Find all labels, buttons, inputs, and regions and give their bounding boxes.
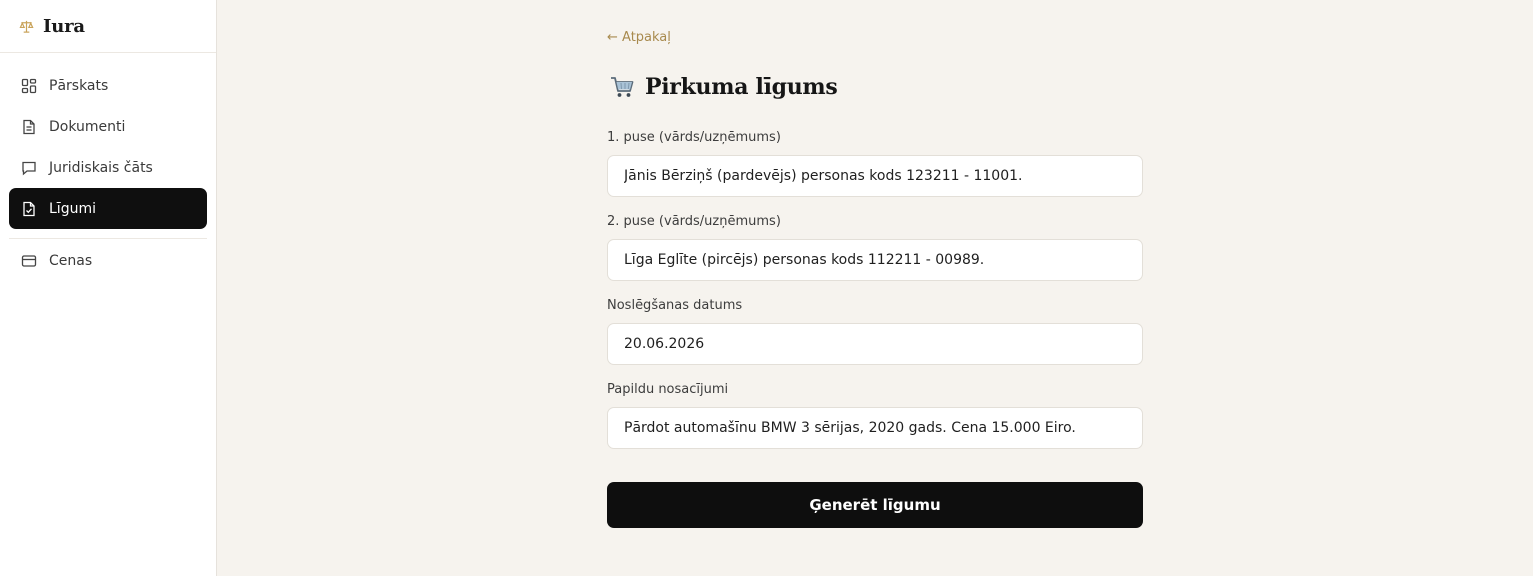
date-input[interactable]: [607, 323, 1143, 365]
sidebar-item-pricing[interactable]: Cenas: [9, 240, 207, 281]
contract-icon: [21, 201, 37, 217]
party-two-input[interactable]: [607, 239, 1143, 281]
sidebar-item-label: Dokumenti: [49, 118, 126, 135]
conditions-label: Papildu nosacījumi: [607, 382, 729, 397]
brand[interactable]: Iura: [0, 0, 216, 53]
back-link[interactable]: ← Atpakaļ: [607, 30, 671, 45]
generate-contract-button[interactable]: Ģenerēt līgumu: [607, 482, 1143, 528]
party-one-input[interactable]: [607, 155, 1143, 197]
page-header: Pirkuma līgums: [609, 74, 838, 100]
grid-icon: [21, 78, 37, 94]
sidebar-item-label: Pārskats: [49, 77, 109, 94]
party-one-label: 1. puse (vārds/uzņēmums): [607, 130, 781, 145]
sidebar-item-documents[interactable]: Dokumenti: [9, 106, 207, 147]
document-icon: [21, 119, 37, 135]
card-icon: [21, 253, 37, 269]
conditions-input[interactable]: [607, 407, 1143, 449]
scales-icon: [19, 19, 34, 34]
sidebar-item-overview[interactable]: Pārskats: [9, 65, 207, 106]
page-title: Pirkuma līgums: [645, 74, 838, 100]
chat-icon: [21, 160, 37, 176]
cart-icon: [609, 74, 635, 100]
sidebar-item-label: Līgumi: [49, 200, 96, 217]
sidebar: Iura Pārskats Dokumenti Juridiskais čāts…: [0, 0, 217, 576]
sidebar-nav: Pārskats Dokumenti Juridiskais čāts Līgu…: [0, 53, 216, 281]
sidebar-divider: [9, 238, 207, 239]
party-two-label: 2. puse (vārds/uzņēmums): [607, 214, 781, 229]
sidebar-item-label: Cenas: [49, 252, 93, 269]
sidebar-item-label: Juridiskais čāts: [49, 159, 153, 176]
app-window: Iura Pārskats Dokumenti Juridiskais čāts…: [0, 0, 1533, 576]
sidebar-item-legal-chat[interactable]: Juridiskais čāts: [9, 147, 207, 188]
date-label: Noslēgšanas datums: [607, 298, 743, 313]
main-content: ← Atpakaļ Pirkuma līgums 1. puse (vārds/…: [217, 0, 1533, 576]
sidebar-item-contracts[interactable]: Līgumi: [9, 188, 207, 229]
brand-name: Iura: [43, 15, 85, 37]
